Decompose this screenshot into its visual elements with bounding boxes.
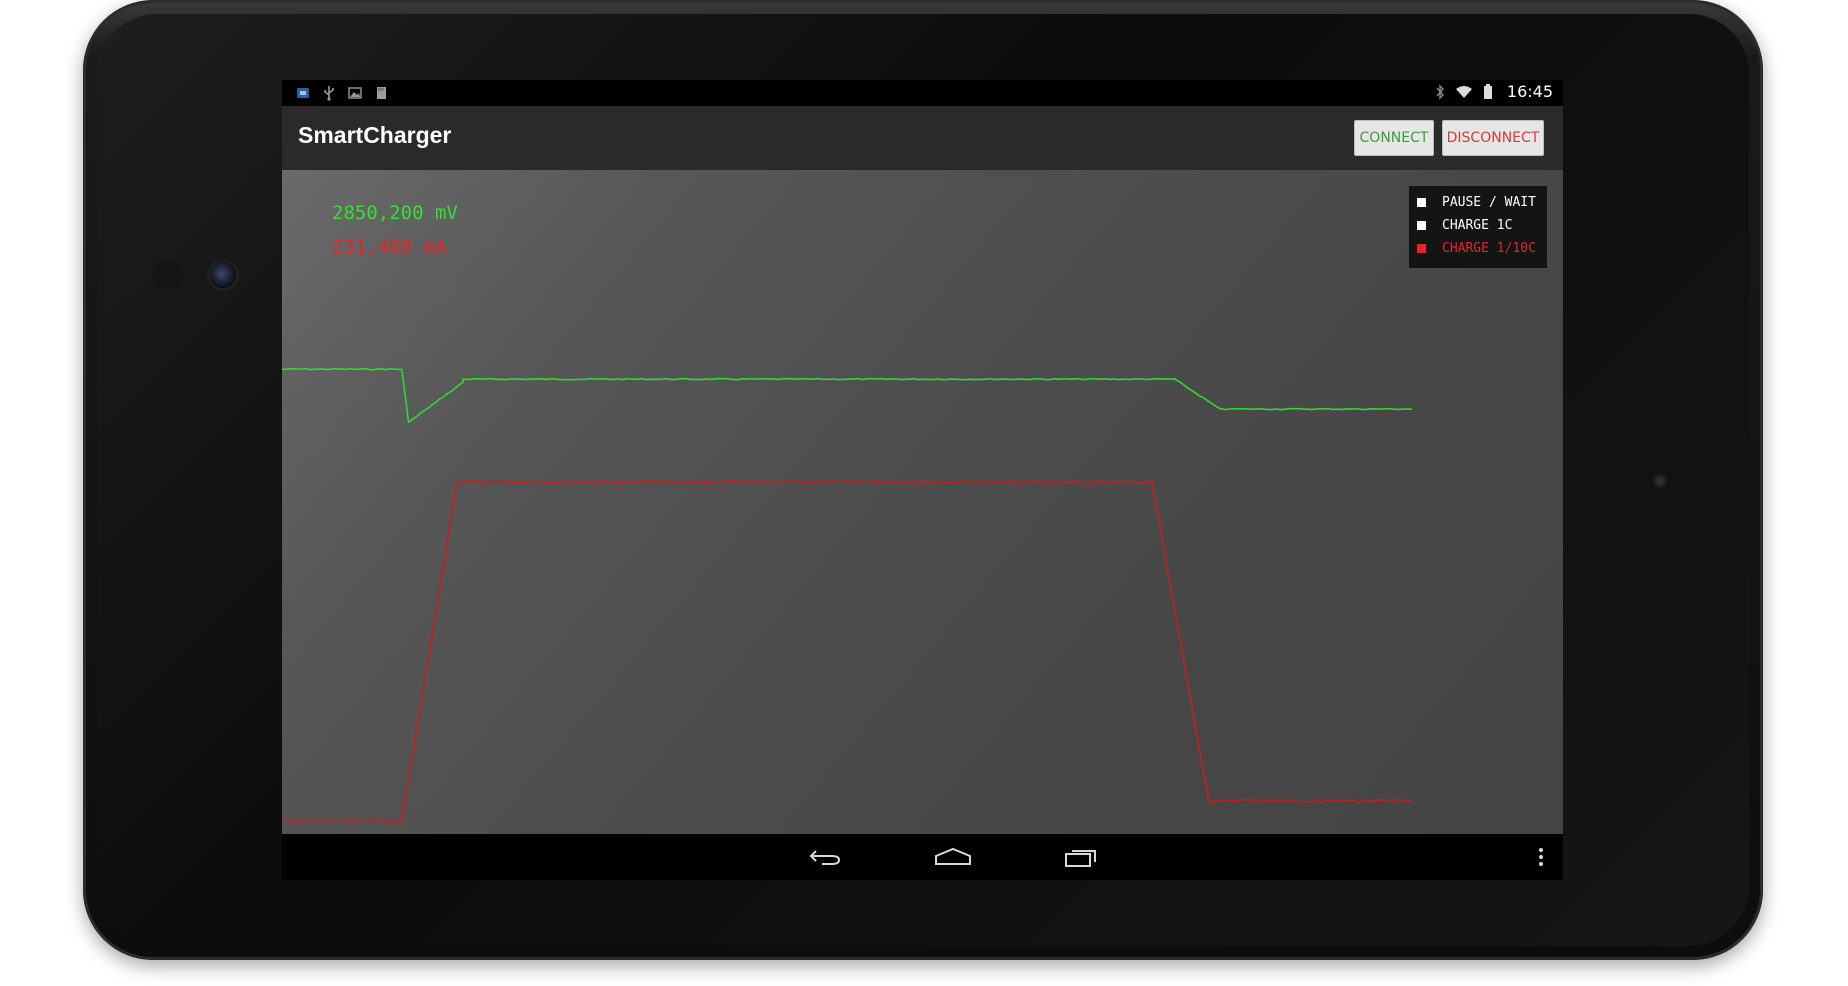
notification-light (1653, 474, 1667, 488)
current-series-line (282, 479, 1413, 823)
recents-button[interactable] (1051, 840, 1111, 874)
app-title: SmartCharger (298, 122, 452, 148)
notification-app-icon (294, 84, 312, 102)
device-screen: 16:45 SmartCharger CONNECT DISCONNECT 28… (282, 80, 1563, 880)
back-button[interactable] (795, 840, 855, 874)
status-bar: 16:45 (282, 80, 1563, 106)
voltage-series-line (282, 367, 1413, 423)
legend-swatch (1417, 197, 1426, 207)
legend-label: CHARGE 1/10C (1442, 240, 1536, 256)
legend-item-charge-1-10c: CHARGE 1/10C (1417, 239, 1536, 257)
disconnect-button[interactable]: DISCONNECT (1442, 120, 1544, 156)
status-bar-system: 16:45 (1431, 82, 1553, 101)
charge-graph: 2850,200 mV 231,400 mA PAUSE / WAIT CHAR… (282, 170, 1563, 834)
status-clock: 16:45 (1506, 82, 1553, 101)
overflow-menu-button[interactable] (1529, 840, 1553, 874)
current-readout: 231,400 mA (332, 236, 447, 258)
legend-label: PAUSE / WAIT (1442, 194, 1536, 210)
legend-item-pause-wait: PAUSE / WAIT (1417, 193, 1536, 211)
image-icon (346, 84, 364, 102)
graph-canvas (282, 367, 1413, 823)
home-icon (935, 847, 971, 865)
legend-label: CHARGE 1C (1442, 217, 1513, 233)
connect-button[interactable]: CONNECT (1354, 120, 1434, 156)
status-bar-notifications (294, 84, 390, 102)
sd-card-icon (372, 84, 390, 102)
navigation-bar (282, 834, 1563, 880)
back-icon (809, 850, 841, 865)
legend-item-charge-1c: CHARGE 1C (1417, 216, 1512, 234)
wifi-icon (1455, 83, 1473, 101)
front-camera (210, 262, 236, 288)
bluetooth-icon (1431, 83, 1449, 101)
proximity-sensor (153, 260, 183, 290)
overflow-menu-icon (1539, 848, 1543, 866)
home-button[interactable] (923, 840, 983, 874)
legend-swatch (1417, 243, 1426, 253)
recents-icon (1065, 850, 1096, 867)
legend-swatch (1417, 220, 1426, 230)
graph-legend: PAUSE / WAIT CHARGE 1C CHARGE 1/10C (1409, 186, 1547, 268)
voltage-readout: 2850,200 mV (332, 202, 458, 224)
action-bar: SmartCharger CONNECT DISCONNECT (282, 106, 1563, 170)
battery-icon (1479, 83, 1497, 101)
usb-icon (320, 84, 338, 102)
